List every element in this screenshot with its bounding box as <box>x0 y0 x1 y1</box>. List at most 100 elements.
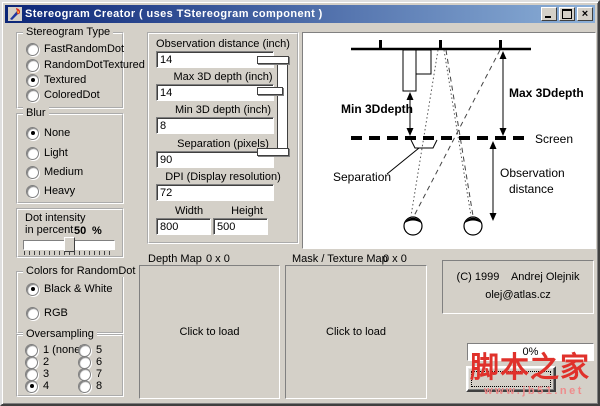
radio-icon <box>78 368 91 381</box>
plane-tick <box>439 40 442 49</box>
minimize-button[interactable] <box>541 7 557 21</box>
radio-icon <box>78 344 91 357</box>
arrowhead <box>407 128 414 136</box>
radio-icon <box>26 59 39 72</box>
group-colors-caption: Colors for RandomDot <box>23 265 138 277</box>
radio-textured[interactable]: Textured <box>26 74 86 86</box>
arrowhead <box>407 92 414 100</box>
radio-fastrandomdot[interactable]: FastRandomDot <box>26 43 124 55</box>
radio-coloreddot[interactable]: ColoredDot <box>26 89 100 101</box>
copyright-text: (C) 1999 Andrej Olejnik <box>443 271 593 283</box>
radio-randomdottextured[interactable]: RandomDotTextured <box>26 59 145 71</box>
radio-oversampling-7[interactable]: 7 <box>78 368 102 380</box>
arrowhead <box>500 51 507 59</box>
depth-map-placeholder: Click to load <box>180 326 240 338</box>
depth-slider-track[interactable] <box>277 60 288 155</box>
radio-icon <box>26 147 39 160</box>
max-depth-slider-thumb[interactable] <box>257 87 283 95</box>
group-blur-caption: Blur <box>23 107 49 119</box>
plane-tick <box>499 40 502 49</box>
group-blur: Blur None Light Medium Heavy <box>16 113 124 204</box>
texture-map-panel[interactable]: Click to load <box>285 265 427 399</box>
titlebar: Stereogram Creator ( uses TStereogram co… <box>5 5 595 23</box>
texture-map-label: Mask / Texture Map <box>292 253 388 265</box>
radio-icon <box>26 166 39 179</box>
radio-blur-light[interactable]: Light <box>26 147 68 159</box>
width-input[interactable] <box>156 218 211 235</box>
maximize-button[interactable] <box>559 7 575 21</box>
app-window: Stereogram Creator ( uses TStereogram co… <box>0 0 600 406</box>
radio-icon <box>26 89 39 102</box>
radio-oversampling-6[interactable]: 6 <box>78 356 102 368</box>
dpi-input[interactable] <box>156 184 274 201</box>
observation-distance-label-line1: Observation <box>500 166 565 180</box>
minimize-icon <box>545 16 551 18</box>
min-depth-label: Min 3D depth (inch) <box>149 104 297 116</box>
plane-tick <box>379 40 382 49</box>
observation-distance-slider-thumb[interactable] <box>257 56 289 64</box>
generate-button[interactable] <box>466 366 556 392</box>
height-input[interactable] <box>213 218 268 235</box>
radio-icon <box>25 356 38 369</box>
radio-icon <box>26 185 39 198</box>
close-button[interactable]: × <box>577 7 593 21</box>
maximize-icon <box>562 9 572 19</box>
radio-icon <box>78 380 91 393</box>
texture-map-size: 0 x 0 <box>383 253 407 265</box>
diagram-panel: Min 3Ddepth Max 3Ddepth Screen Separatio… <box>302 32 596 249</box>
min-depth-input[interactable] <box>156 117 274 134</box>
max-depth-diagram-label: Max 3Ddepth <box>509 86 584 100</box>
radio-icon <box>78 356 91 369</box>
depth-map-panel[interactable]: Click to load <box>139 265 280 399</box>
dot-intensity-value: 50 <box>74 225 86 237</box>
radio-blur-none[interactable]: None <box>26 127 70 139</box>
depth-map-label: Depth Map <box>148 253 202 265</box>
radio-oversampling-1[interactable]: 1 (none) <box>25 344 84 356</box>
radio-icon <box>25 344 38 357</box>
depth-bar-short <box>416 50 431 74</box>
radio-black-white[interactable]: Black & White <box>26 283 112 295</box>
radio-oversampling-8[interactable]: 8 <box>78 380 102 392</box>
arrowhead <box>490 213 497 221</box>
dot-intensity-slider-thumb[interactable] <box>64 237 75 252</box>
group-oversampling-caption: Oversampling <box>23 328 97 340</box>
radio-blur-medium[interactable]: Medium <box>26 166 83 178</box>
radio-icon <box>26 74 39 87</box>
height-label: Height <box>173 205 321 217</box>
separation-diagram-label: Separation <box>333 170 391 184</box>
focus-rect <box>471 371 551 387</box>
app-icon <box>8 7 22 21</box>
group-oversampling: Oversampling 1 (none) 2 3 4 5 6 7 <box>16 334 124 397</box>
group-stereogram-type-caption: Stereogram Type <box>23 26 113 38</box>
group-stereogram-type: Stereogram Type FastRandomDot RandomDotT… <box>16 32 124 109</box>
max-depth-label: Max 3D depth (inch) <box>149 71 297 83</box>
about-panel: (C) 1999 Andrej Olejnik olej@atlas.cz <box>442 260 594 314</box>
window-title: Stereogram Creator ( uses TStereogram co… <box>25 5 541 23</box>
radio-icon <box>25 368 38 381</box>
group-colors: Colors for RandomDot Black & White RGB <box>16 271 124 334</box>
min-depth-diagram-label: Min 3Ddepth <box>341 102 413 116</box>
separation-slider-thumb[interactable] <box>257 148 289 156</box>
stereogram-diagram: Min 3Ddepth Max 3Ddepth Screen Separatio… <box>303 33 593 246</box>
depth-bar-tall <box>403 50 416 91</box>
radio-oversampling-4[interactable]: 4 <box>25 380 49 392</box>
observation-distance-label: Observation distance (inch) <box>149 38 297 50</box>
dot-intensity-label-line1: Dot intensity <box>25 212 86 224</box>
separation-pointer <box>387 148 419 174</box>
panel-dot-intensity: Dot intensity in percent 50 % <box>16 208 124 258</box>
radio-rgb[interactable]: RGB <box>26 307 68 319</box>
sight-line-dashed <box>446 50 473 216</box>
arrowhead <box>490 141 497 149</box>
radio-icon <box>25 380 38 393</box>
dot-intensity-slider-ticks <box>24 251 114 255</box>
progress-value: 0% <box>523 346 539 358</box>
radio-icon <box>26 307 39 320</box>
dpi-label: DPI (Display resolution) <box>149 171 297 183</box>
radio-icon <box>26 283 39 296</box>
radio-blur-heavy[interactable]: Heavy <box>26 185 75 197</box>
sight-line-dashed <box>414 50 500 216</box>
panel-parameters: Observation distance (inch) Max 3D depth… <box>147 32 299 244</box>
radio-oversampling-3[interactable]: 3 <box>25 368 49 380</box>
radio-oversampling-5[interactable]: 5 <box>78 344 102 356</box>
radio-oversampling-2[interactable]: 2 <box>25 356 49 368</box>
